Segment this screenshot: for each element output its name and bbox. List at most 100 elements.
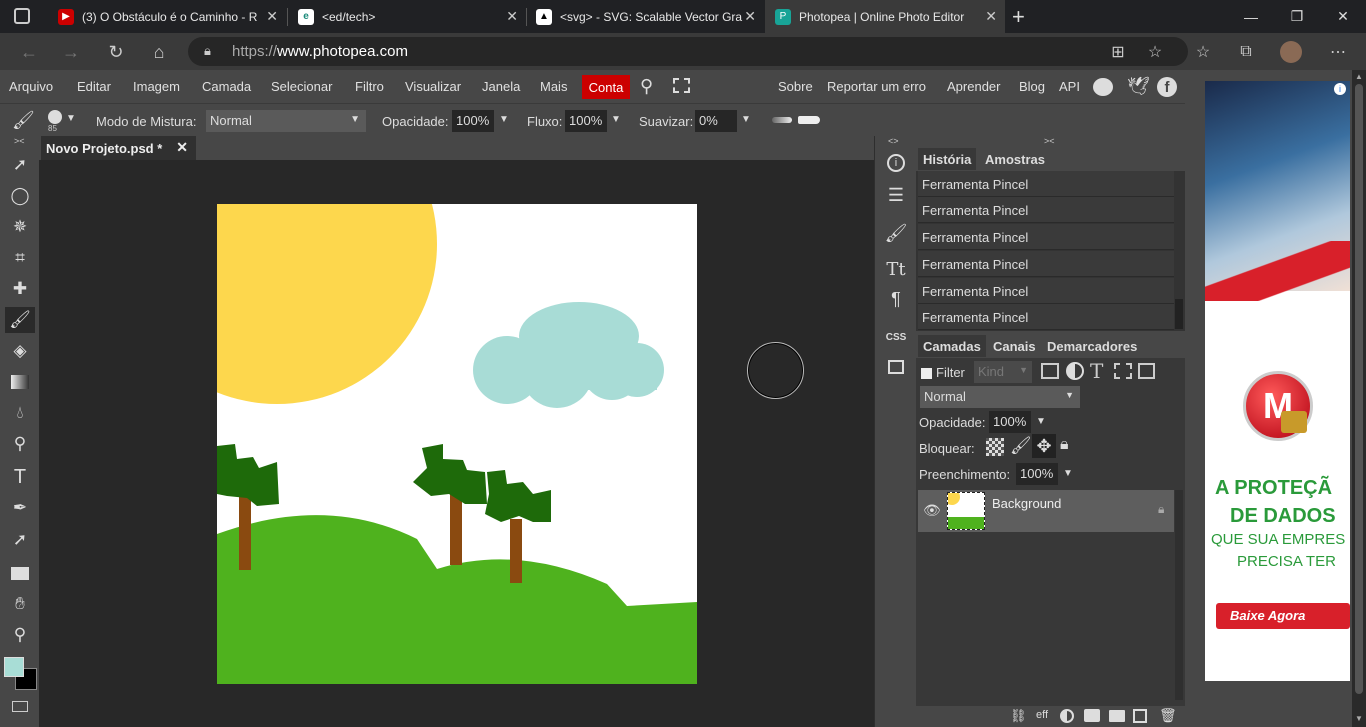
close-tab-icon[interactable]: ✕ [266, 8, 278, 25]
foreground-color-swatch[interactable] [4, 657, 24, 677]
close-tab-icon[interactable]: ✕ [506, 8, 518, 25]
history-item[interactable]: Ferramenta Pincel [918, 304, 1174, 330]
chevron-down-icon[interactable]: ▼ [741, 114, 751, 125]
filter-shape-icon[interactable] [1114, 363, 1132, 379]
adjustments-icon[interactable]: ☰ [882, 182, 910, 208]
type-tool-icon[interactable]: T [5, 464, 35, 490]
blur-tool-icon[interactable]: 💧︎ [5, 400, 35, 426]
close-tab-icon[interactable]: ✕ [744, 8, 756, 25]
favorites-icon[interactable]: ☆ [1191, 40, 1215, 64]
smoothing-input[interactable]: 0% [695, 110, 737, 132]
history-item[interactable]: Ferramenta Pincel [918, 251, 1174, 277]
brush-preset-icon[interactable] [48, 110, 62, 124]
crop-tool-icon[interactable]: ⌗ [5, 245, 35, 271]
reload-icon[interactable]: ↻ [103, 39, 129, 65]
ad-banner[interactable]: i M A PROTEÇÃ DE DADOS QUE SUA EMPRES PR… [1205, 81, 1350, 681]
collapse-right-panel-icon[interactable]: >< [1044, 136, 1055, 146]
layer-blend-select[interactable]: Normal ▼ [920, 386, 1080, 408]
collapse-panel-icon[interactable]: >< [14, 136, 25, 146]
browser-tab-photopea[interactable]: P Photopea | Online Photo Editor ✕ [765, 0, 1005, 33]
zoom-tool-icon[interactable]: ⚲ [5, 622, 35, 648]
url-field[interactable]: 🔒︎ https://www.photopea.com [188, 37, 1188, 66]
shape-tool-icon[interactable] [5, 560, 35, 586]
home-icon[interactable]: ⌂ [146, 39, 172, 65]
close-window-icon[interactable]: ✕ [1320, 0, 1366, 33]
tab-camadas[interactable]: Camadas [918, 335, 986, 357]
adjustment-layer-icon[interactable] [1060, 709, 1074, 723]
history-item[interactable]: Ferramenta Pincel [918, 224, 1174, 250]
css-icon[interactable]: CSS [882, 324, 910, 350]
menu-blog[interactable]: Blog [1019, 79, 1045, 94]
filter-checkbox[interactable] [921, 368, 932, 379]
menu-arquivo[interactable]: Arquivo [9, 79, 53, 94]
menu-imagem[interactable]: Imagem [133, 79, 180, 94]
minimize-icon[interactable]: — [1228, 0, 1274, 33]
history-item[interactable]: Ferramenta Pincel [918, 171, 1174, 197]
link-layers-icon[interactable]: ⛓︎ [1010, 708, 1027, 724]
new-tab-icon[interactable]: + [1012, 4, 1025, 30]
menu-aprender[interactable]: Aprender [947, 79, 1000, 94]
chevron-down-icon[interactable]: ▼ [499, 114, 509, 125]
new-layer-icon[interactable] [1133, 709, 1147, 723]
kind-select[interactable]: Kind ▼ [974, 361, 1032, 383]
filter-adjustment-icon[interactable] [1066, 362, 1084, 380]
more-icon[interactable]: ⋯ [1326, 40, 1350, 64]
chevron-down-icon[interactable]: ▼ [1036, 416, 1046, 427]
menu-visualizar[interactable]: Visualizar [405, 79, 461, 94]
menu-reportar-erro[interactable]: Reportar um erro [827, 79, 926, 94]
forward-icon[interactable]: → [58, 39, 84, 65]
move-tool-icon[interactable]: ➚ [5, 152, 35, 178]
close-tab-icon[interactable]: ✕ [985, 8, 997, 25]
search-icon[interactable]: ⚲ [640, 76, 653, 97]
tab-amostras[interactable]: Amostras [980, 148, 1050, 170]
pressure-size-icon[interactable] [798, 116, 820, 124]
tab-demarcadores[interactable]: Demarcadores [1042, 335, 1142, 357]
paragraph-icon[interactable]: ¶ [882, 286, 910, 312]
facebook-icon[interactable]: f [1157, 77, 1177, 97]
chevron-down-icon[interactable]: ▼ [1063, 468, 1073, 479]
ad-info-icon[interactable]: i [1334, 83, 1346, 95]
lock-pixels-icon[interactable]: 🖌︎ [1010, 436, 1032, 456]
tab-canais[interactable]: Canais [988, 335, 1041, 357]
page-scrollbar[interactable]: ▲ ▼ [1352, 70, 1366, 727]
twitter-icon[interactable]: 🕊︎ [1127, 76, 1150, 97]
add-favorite-icon[interactable]: ☆ [1143, 40, 1167, 64]
avatar[interactable] [1280, 41, 1302, 63]
document-tab[interactable]: Novo Projeto.psd * ✕ [41, 136, 196, 160]
collections-icon[interactable]: ⧉ [1234, 40, 1258, 64]
scroll-thumb[interactable] [1355, 84, 1363, 694]
restore-icon[interactable]: ❐ [1274, 0, 1320, 33]
lock-transparency-icon[interactable] [986, 438, 1004, 456]
tab-actions-icon[interactable] [14, 8, 30, 24]
scroll-down-icon[interactable]: ▼ [1355, 714, 1363, 723]
visibility-eye-icon[interactable]: 👁︎ [923, 502, 941, 519]
document-canvas[interactable] [217, 204, 697, 684]
flow-input[interactable]: 100% [565, 110, 607, 132]
reddit-icon[interactable] [1093, 78, 1113, 96]
browser-tab-edtech[interactable]: e <ed/tech> ✕ [288, 0, 526, 33]
hand-tool-icon[interactable]: ✋︎ [5, 591, 35, 617]
close-document-icon[interactable]: ✕ [176, 139, 188, 156]
menu-sobre[interactable]: Sobre [778, 79, 813, 94]
back-icon[interactable]: ← [16, 39, 42, 65]
layer-opacity-input[interactable]: 100% [989, 411, 1031, 433]
layers-scrollbar[interactable] [1175, 490, 1183, 700]
brush-tool-icon[interactable]: 🖌︎ [5, 307, 35, 333]
delete-layer-icon[interactable]: 🗑︎ [1159, 707, 1177, 724]
info-icon[interactable]: i [882, 150, 910, 176]
character-icon[interactable]: Tt [882, 256, 910, 282]
lock-all-icon[interactable]: 🔒︎ [1060, 436, 1069, 454]
history-item[interactable]: Ferramenta Pincel [918, 197, 1174, 223]
brush-tool-icon[interactable]: 🖌︎ [12, 110, 35, 131]
new-group-icon[interactable] [1109, 710, 1125, 722]
history-scrollbar[interactable] [1175, 299, 1183, 329]
layer-row[interactable]: 👁︎ Background 🔒︎ [918, 490, 1174, 532]
menu-janela[interactable]: Janela [482, 79, 520, 94]
expand-panel-icon[interactable]: <> [888, 136, 899, 146]
account-button[interactable]: Conta [582, 75, 630, 99]
browser-tab-youtube[interactable]: ▶ (3) O Obstáculo é o Caminho - R ✕ [48, 0, 286, 33]
filter-type-icon[interactable]: T [1090, 359, 1103, 383]
apps-icon[interactable]: ⊞ [1106, 40, 1130, 64]
layer-mask-icon[interactable] [1084, 709, 1100, 722]
ad-download-button[interactable]: Baixe Agora [1216, 603, 1350, 629]
